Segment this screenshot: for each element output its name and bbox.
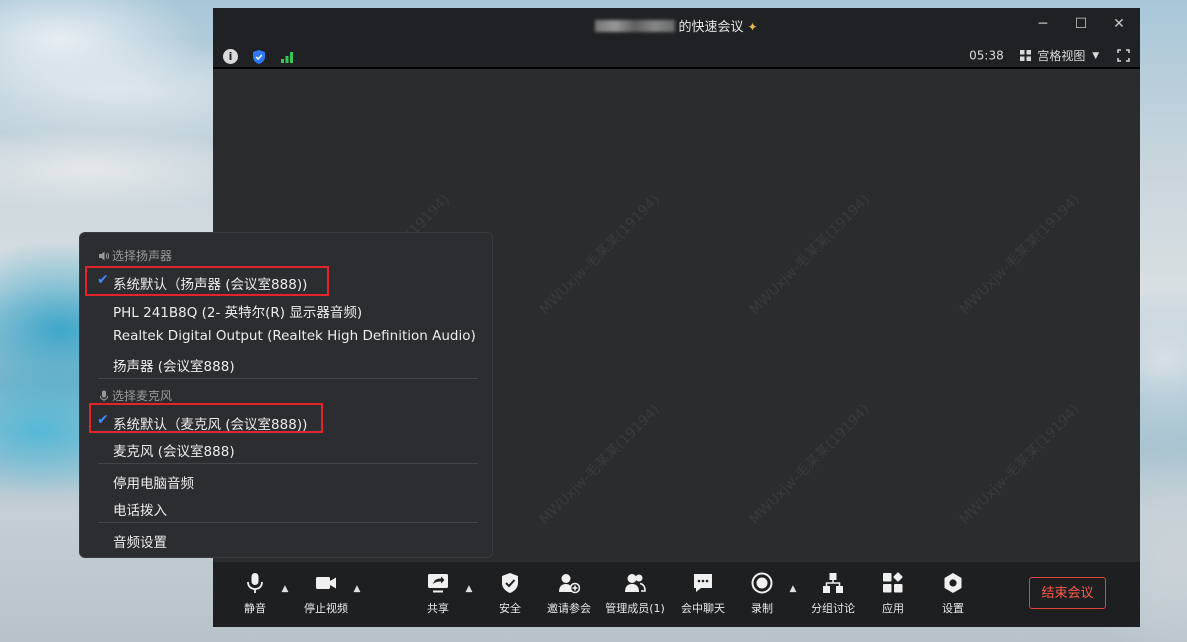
- invite-button[interactable]: 邀请参会: [537, 572, 601, 616]
- stop-video-button[interactable]: 停止视频: [294, 572, 358, 616]
- security-button[interactable]: 安全: [478, 572, 542, 616]
- members-icon: [625, 574, 646, 592]
- breakout-button[interactable]: 分组讨论: [801, 572, 865, 616]
- title-bar: 的快速会议 ✦ ─ ☐ ✕: [213, 8, 1140, 40]
- settings-button[interactable]: 设置: [921, 572, 985, 616]
- mic-section-header: 选择麦克风: [98, 387, 172, 404]
- end-meeting-button[interactable]: 结束会议: [1029, 577, 1106, 609]
- share-label: 共享: [427, 602, 449, 615]
- window-title: 的快速会议 ✦: [213, 16, 1140, 35]
- watermark: MWUxjw-毛某某(19194): [746, 401, 873, 528]
- mic-header-text: 选择麦克风: [112, 389, 173, 403]
- view-mode-dropdown[interactable]: 宫格视图: [1037, 49, 1085, 63]
- mute-label: 静音: [244, 602, 266, 615]
- mute-button[interactable]: 静音: [223, 572, 287, 616]
- watermark: MWUxjw-毛某某(19194): [956, 401, 1083, 528]
- video-options-caret[interactable]: ▲: [352, 584, 362, 594]
- maximize-button[interactable]: ☐: [1070, 14, 1092, 34]
- info-icon[interactable]: i: [223, 49, 238, 64]
- record-options-caret[interactable]: ▲: [788, 584, 798, 594]
- microphone-icon: [247, 573, 263, 593]
- apps-label: 应用: [882, 602, 904, 615]
- security-shield-icon: [502, 573, 518, 593]
- watermark: MWUxjw-毛某某(19194): [956, 191, 1083, 318]
- chat-button[interactable]: 会中聊天: [671, 572, 735, 616]
- invite-label: 邀请参会: [547, 602, 591, 615]
- microphone-icon: [100, 390, 108, 402]
- record-button[interactable]: 录制: [730, 572, 794, 616]
- watermark: MWUxjw-毛某某(19194): [536, 191, 663, 318]
- speaker-option-realtek[interactable]: Realtek Digital Output (Realtek High Def…: [113, 328, 476, 344]
- separator: [98, 522, 478, 523]
- meeting-timer: 05:38: [969, 48, 1004, 63]
- separator: [98, 378, 478, 379]
- chevron-down-icon[interactable]: ▼: [1092, 51, 1099, 61]
- highlight-box-mic: [89, 403, 323, 433]
- minimize-button[interactable]: ─: [1032, 14, 1054, 34]
- disable-computer-audio-option[interactable]: 停用电脑音频: [113, 472, 194, 492]
- security-label: 安全: [499, 602, 521, 615]
- speaker-section-header: 选择扬声器: [98, 247, 172, 264]
- add-user-icon: [559, 574, 580, 594]
- separator: [98, 463, 478, 464]
- share-options-caret[interactable]: ▲: [464, 584, 474, 594]
- manage-members-button[interactable]: 管理成员(1): [603, 572, 667, 616]
- record-icon: [751, 572, 773, 594]
- chat-icon: [694, 574, 712, 592]
- record-label: 录制: [751, 602, 773, 615]
- apps-button[interactable]: 应用: [861, 572, 925, 616]
- signal-icon[interactable]: [280, 50, 294, 64]
- sparkle-icon: ✦: [747, 20, 758, 34]
- apps-icon: [883, 572, 903, 593]
- share-button[interactable]: 共享: [406, 572, 470, 616]
- fullscreen-icon[interactable]: [1117, 49, 1130, 62]
- grid-view-icon: [1019, 50, 1031, 61]
- settings-label: 设置: [942, 602, 964, 615]
- phone-dial-in-option[interactable]: 电话拨入: [113, 499, 167, 519]
- share-screen-icon: [428, 574, 448, 593]
- close-button[interactable]: ✕: [1108, 14, 1130, 34]
- breakout-label: 分组讨论: [811, 602, 855, 615]
- speaker-icon: [99, 251, 110, 261]
- camera-icon: [316, 577, 336, 589]
- mic-option-room[interactable]: 麦克风 (会议室888): [113, 440, 235, 460]
- speaker-option-phl[interactable]: PHL 241B8Q (2- 英特尔(R) 显示器音频): [113, 301, 362, 321]
- highlight-box-speaker: [85, 266, 329, 296]
- meeting-info-bar: i 05:38 宫格视图 ▼: [213, 40, 1140, 68]
- speaker-option-room[interactable]: 扬声器 (会议室888): [113, 355, 235, 375]
- audio-settings-option[interactable]: 音频设置: [113, 531, 167, 551]
- chat-label: 会中聊天: [681, 602, 725, 615]
- speaker-header-text: 选择扬声器: [112, 249, 173, 263]
- breakout-rooms-icon: [823, 573, 843, 593]
- shield-icon[interactable]: [251, 49, 267, 65]
- redacted-name: [595, 20, 676, 32]
- manage-members-label: 管理成员(1): [605, 602, 665, 615]
- audio-options-caret[interactable]: ▲: [280, 584, 290, 594]
- audio-device-menu: 选择扬声器 ✔ 系统默认（扬声器 (会议室888)) PHL 241B8Q (2…: [79, 232, 493, 558]
- meeting-toolbar: 静音 ▲ 停止视频 ▲ 共享 ▲ 安全 邀请参会 管理成员(1) 会中聊天 录制…: [213, 562, 1140, 627]
- stop-video-label: 停止视频: [304, 602, 348, 615]
- window-title-text: 的快速会议: [678, 20, 744, 35]
- watermark: MWUxjw-毛某某(19194): [746, 191, 873, 318]
- gear-icon: [944, 573, 962, 593]
- watermark: MWUxjw-毛某某(19194): [536, 401, 663, 528]
